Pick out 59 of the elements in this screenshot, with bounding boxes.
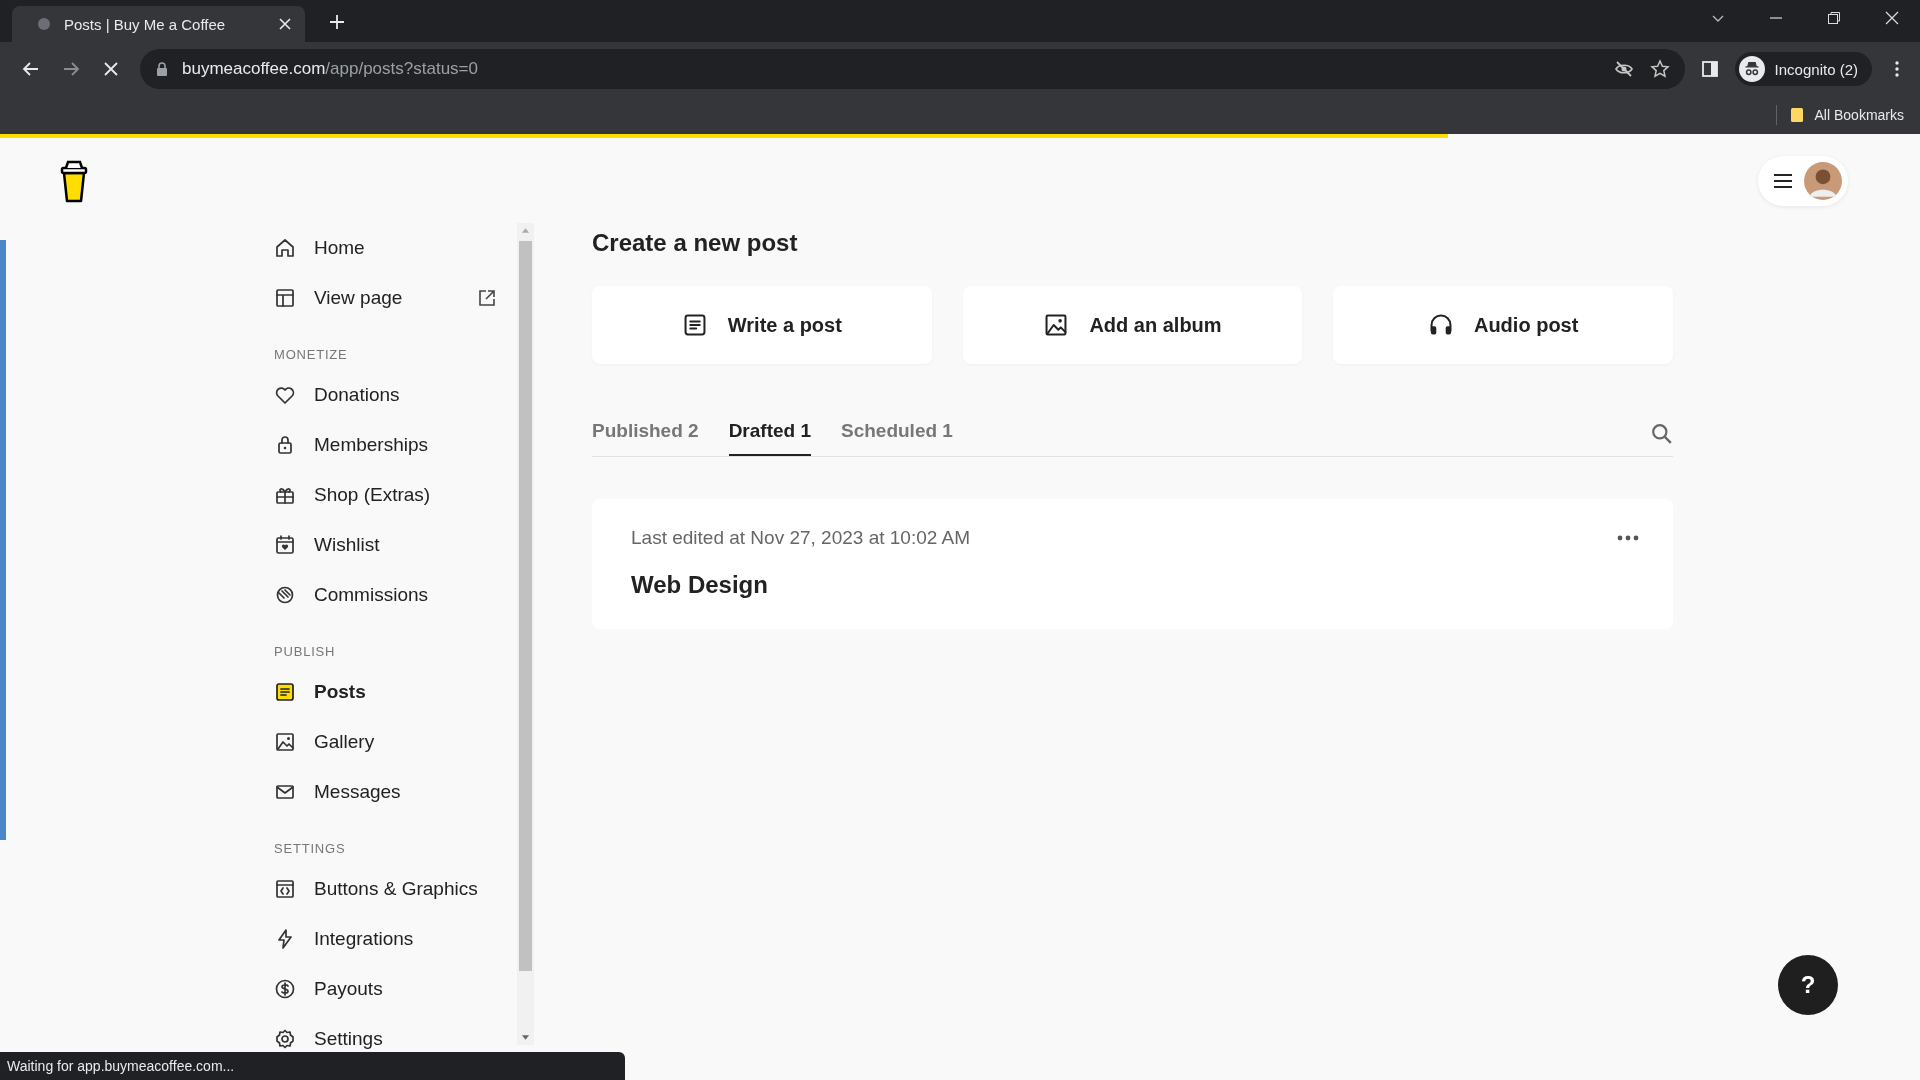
home-icon (274, 237, 296, 259)
nav-item[interactable]: Shop (Extras) (274, 470, 517, 520)
create-post-button[interactable]: Write a post (592, 286, 932, 364)
nav-item[interactable]: Memberships (274, 420, 517, 470)
create-post-button[interactable]: Audio post (1333, 286, 1673, 364)
nav-section-heading: SETTINGS (274, 840, 347, 858)
url-text: buymeacoffee.com/app/posts?status=0 (182, 59, 478, 79)
heart-icon (274, 384, 296, 406)
search-icon[interactable] (1651, 423, 1673, 445)
close-icon[interactable] (277, 16, 293, 32)
folder-icon (1788, 106, 1805, 124)
nav-item[interactable]: Messages (274, 767, 517, 817)
nav-item[interactable]: Posts (274, 667, 517, 717)
address-bar[interactable]: buymeacoffee.com/app/posts?status=0 (140, 49, 1685, 89)
calendar-icon (274, 534, 296, 556)
note-icon (274, 681, 296, 703)
nav-item[interactable]: Donations (274, 370, 517, 420)
close-icon[interactable] (1884, 10, 1900, 26)
post-card[interactable]: Last edited at Nov 27, 2023 at 10:02 AM Web Design (592, 499, 1673, 629)
avatar (1804, 161, 1842, 200)
tab-title: Posts | Buy Me a Coffee (64, 15, 227, 33)
browser-tab[interactable]: Posts | Buy Me a Coffee (12, 6, 305, 42)
nav-section-heading: PUBLISH (274, 643, 337, 661)
incognito-profile-button[interactable]: Incognito (2) (1734, 52, 1872, 86)
cup-logo[interactable] (59, 158, 89, 203)
menu-icon (1774, 173, 1792, 188)
account-menu-button[interactable] (1758, 155, 1848, 206)
new-tab-icon[interactable] (329, 14, 345, 30)
help-button[interactable]: ? (1778, 955, 1838, 1015)
restore-icon[interactable] (1826, 10, 1842, 26)
scroll-down-icon[interactable] (521, 1035, 530, 1041)
scrollbar[interactable] (517, 223, 534, 1045)
dollar-icon (274, 978, 296, 1000)
bookmarks-folder[interactable]: All Bookmarks (1788, 106, 1904, 124)
external-link-icon[interactable] (477, 288, 497, 308)
code-window-icon (274, 878, 296, 900)
post-tab[interactable]: Scheduled 1 (841, 412, 953, 456)
post-tab[interactable]: Drafted 1 (728, 412, 811, 456)
incognito-icon (1738, 56, 1765, 82)
nav-item[interactable]: Gallery (274, 717, 517, 767)
more-options-icon[interactable] (1617, 535, 1639, 541)
section-heading: Create a new post (592, 228, 799, 258)
create-post-button[interactable]: Add an album (962, 286, 1303, 364)
nav-item[interactable]: View page (274, 273, 517, 323)
nav-item[interactable]: Home (274, 223, 517, 273)
lock-icon (156, 62, 168, 76)
post-meta: Last edited at Nov 27, 2023 at 10:02 AM (631, 527, 971, 549)
post-title: Web Design (631, 571, 769, 599)
image-icon (274, 731, 296, 753)
post-tab[interactable]: Published 2 (592, 412, 699, 456)
nav-item[interactable]: Commissions (274, 570, 517, 620)
settings-icon (274, 1028, 296, 1050)
nav-item[interactable]: Payouts (274, 964, 517, 1014)
nav-item[interactable]: Integrations (274, 914, 517, 964)
nav-item[interactable]: Wishlist (274, 520, 517, 570)
nav-section-heading: MONETIZE (274, 346, 349, 364)
status-tooltip: Waiting for app.buymeacoffee.com... (0, 1052, 625, 1080)
nav-item[interactable]: Buttons & Graphics (274, 864, 517, 914)
layout-icon (274, 287, 296, 309)
